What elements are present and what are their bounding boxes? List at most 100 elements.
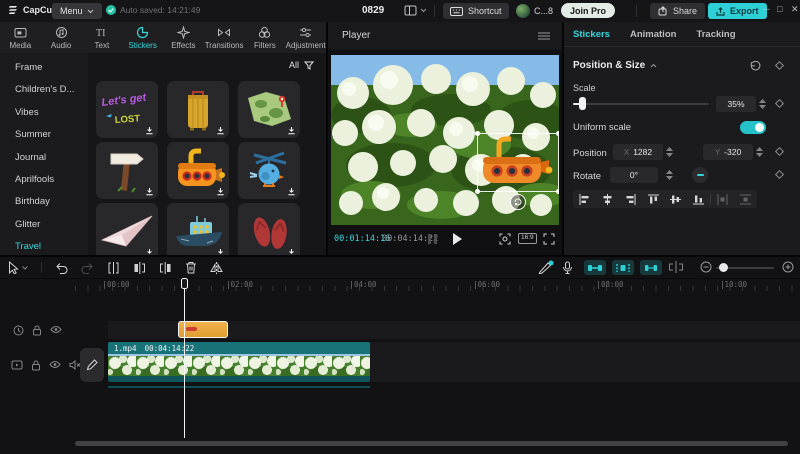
lets-get-lost-text-sticker[interactable]: Let's get LOST [96, 81, 158, 138]
distribute-horizontal-button[interactable] [711, 194, 734, 205]
timeline-zoom-out-button[interactable] [700, 261, 712, 273]
resize-handle-bottom-right[interactable] [556, 189, 559, 194]
aspect-ratio-button[interactable]: 16:9 [518, 233, 537, 244]
avatar[interactable] [516, 4, 530, 18]
tab-effects[interactable]: Effects [163, 22, 204, 53]
category-aprilfools[interactable]: Aprilfools [0, 169, 88, 191]
tab-adjustment[interactable]: Adjustment [285, 22, 326, 53]
menu-button[interactable]: Menu [52, 3, 102, 19]
video-clip[interactable]: 1.mp4 00:04:14:22 [108, 342, 370, 382]
video-preview[interactable] [331, 55, 559, 225]
scale-stepper[interactable] [758, 96, 767, 112]
position-keyframe-icon[interactable] [774, 146, 785, 157]
resize-handle-top-right[interactable] [556, 131, 559, 136]
tab-transitions[interactable]: Transitions [204, 22, 245, 53]
category-vibes[interactable]: Vibes [0, 102, 88, 124]
lock-icon[interactable] [32, 325, 42, 336]
scale-keyframe-icon[interactable] [774, 98, 785, 109]
keyframe-pen-button[interactable] [538, 260, 554, 274]
auto-link-toggle[interactable] [612, 260, 634, 275]
fullscreen-button[interactable] [543, 233, 555, 245]
all-filter-button[interactable]: All [289, 60, 314, 70]
tab-audio[interactable]: Audio [41, 22, 82, 53]
shortcut-button[interactable]: Shortcut [443, 3, 509, 19]
tab-filters[interactable]: Filters [245, 22, 286, 53]
join-pro-button[interactable]: Join Pro [561, 3, 615, 18]
rotate-stepper[interactable] [665, 167, 674, 183]
align-center-horizontal-button[interactable] [596, 194, 619, 205]
video-track-icon[interactable] [11, 360, 23, 370]
delete-button[interactable] [185, 261, 197, 274]
tab-inspector-animation[interactable]: Animation [630, 29, 676, 40]
delete-left-button[interactable] [133, 262, 146, 274]
position-x-stepper[interactable] [665, 144, 674, 160]
uniform-scale-toggle[interactable] [740, 121, 766, 134]
reset-icon[interactable] [750, 60, 761, 71]
position-y-field[interactable]: Y -320 [703, 144, 753, 160]
eye-icon[interactable] [49, 360, 61, 369]
eye-icon[interactable] [50, 325, 62, 334]
position-y-stepper[interactable] [755, 144, 764, 160]
timeline-zoom-in-button[interactable] [782, 261, 794, 273]
rotate-value-field[interactable]: 0° [610, 167, 658, 183]
redo-button[interactable] [81, 262, 94, 274]
align-middle-vertical-button[interactable] [665, 194, 688, 205]
clock-icon[interactable] [13, 325, 24, 336]
bird-helicopter-sticker[interactable] [238, 142, 300, 199]
position-x-field[interactable]: X 1282 [613, 144, 663, 160]
scale-value-field[interactable]: 35% [716, 96, 756, 112]
magnetic-snap-toggle[interactable] [584, 260, 606, 275]
paper-plane-sticker[interactable] [96, 203, 158, 255]
section-position-size[interactable]: Position & Size [573, 60, 657, 71]
mirror-button[interactable] [210, 262, 223, 274]
tab-text[interactable]: TI Text [82, 22, 123, 53]
undo-button[interactable] [55, 262, 68, 274]
category-childrens-day[interactable]: Children's D... [0, 79, 88, 101]
lock-icon[interactable] [31, 360, 41, 371]
timeline-horizontal-scrollbar[interactable] [75, 441, 788, 446]
steamship-sticker[interactable] [167, 203, 229, 255]
category-birthday[interactable]: Birthday [0, 191, 88, 213]
rotate-keyframe-icon[interactable] [774, 169, 785, 180]
rotate-dial[interactable] [692, 167, 708, 183]
category-journal[interactable]: Journal [0, 147, 88, 169]
scale-slider-handle[interactable] [579, 97, 586, 110]
sticker-selection-box[interactable] [477, 133, 559, 192]
resize-handle-bottom-left[interactable] [475, 189, 480, 194]
sticker-clip[interactable] [178, 321, 228, 338]
rotate-handle[interactable] [510, 194, 526, 210]
share-button[interactable]: Share [650, 3, 705, 19]
align-right-button[interactable] [619, 194, 642, 205]
fit-frame-button[interactable] [499, 233, 511, 245]
category-glitter[interactable]: Glitter [0, 214, 88, 236]
play-button[interactable] [452, 233, 462, 245]
record-voiceover-button[interactable] [562, 261, 573, 274]
select-tool-button[interactable] [8, 261, 28, 274]
window-minimize-button[interactable]: ─ [763, 4, 769, 14]
distribute-vertical-button[interactable] [734, 194, 757, 205]
tab-inspector-tracking[interactable]: Tracking [696, 29, 735, 40]
edit-cover-button[interactable] [80, 348, 104, 382]
timeline-ruler[interactable]: 00:00 02:00 04:00 06:00 08:00 10:00 [0, 278, 800, 295]
align-top-button[interactable] [642, 194, 665, 205]
tab-inspector-stickers[interactable]: Stickers [573, 29, 610, 40]
category-frame[interactable]: Frame [0, 57, 88, 79]
keyframe-diamond-icon[interactable] [774, 60, 785, 71]
delete-right-button[interactable] [159, 262, 172, 274]
tab-stickers[interactable]: Stickers [122, 22, 163, 53]
timeline-zoom-handle[interactable] [719, 263, 728, 272]
flip-flops-sticker[interactable] [238, 203, 300, 255]
suitcase-sticker[interactable] [167, 81, 229, 138]
submarine-sticker[interactable] [167, 142, 229, 199]
align-bottom-button[interactable] [687, 194, 710, 205]
preview-axis-toggle[interactable] [640, 260, 662, 275]
travel-map-sticker[interactable] [238, 81, 300, 138]
layout-switch-button[interactable] [404, 5, 427, 16]
category-summer[interactable]: Summer [0, 124, 88, 146]
align-left-button[interactable] [573, 194, 596, 205]
playhead-handle[interactable] [181, 278, 188, 289]
split-button[interactable] [107, 262, 120, 274]
tab-media[interactable]: Media [0, 22, 41, 53]
window-close-button[interactable]: ✕ [791, 4, 799, 15]
category-travel[interactable]: Travel [0, 236, 88, 255]
